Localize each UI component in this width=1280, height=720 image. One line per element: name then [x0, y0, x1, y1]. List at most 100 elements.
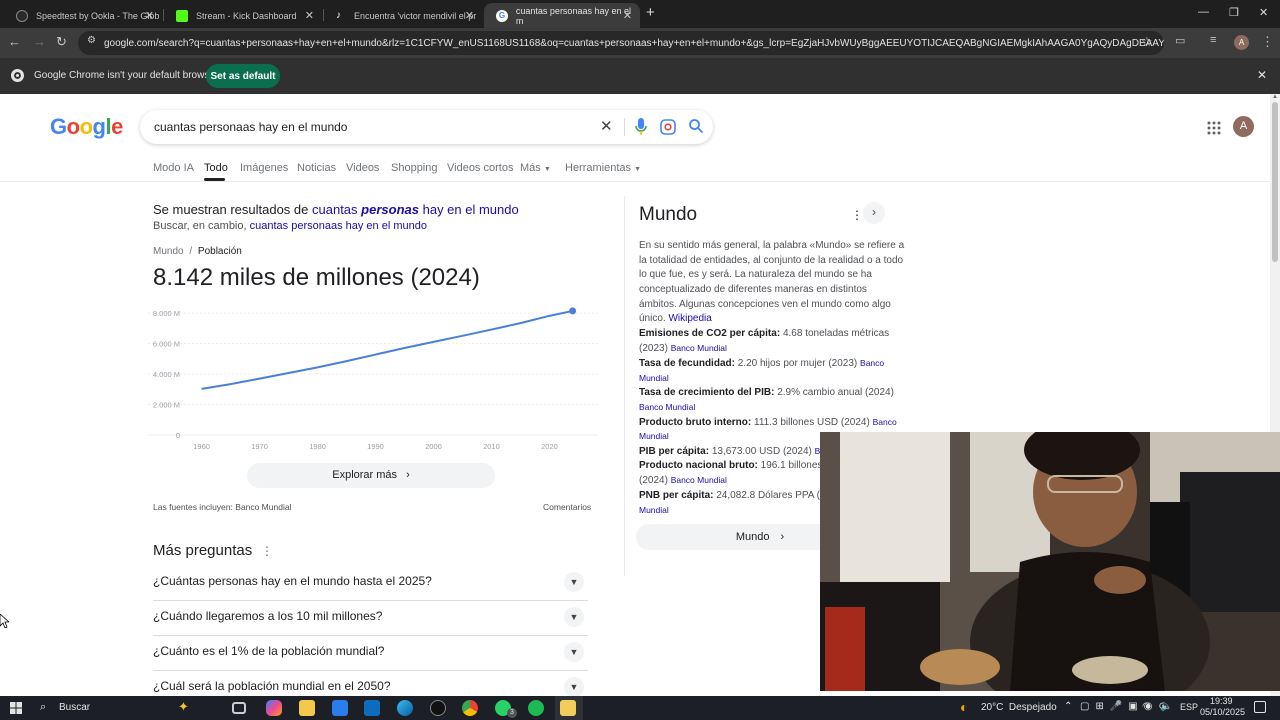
new-tab-button[interactable]: + — [646, 4, 655, 21]
language-indicator[interactable]: ESP — [1180, 702, 1198, 712]
search-box[interactable]: cuantas personaas hay en el mundo ✕ — [140, 110, 713, 144]
chevron-down-icon[interactable]: ▼ — [564, 572, 584, 592]
chevron-right-icon: › — [406, 469, 410, 481]
close-tab-icon[interactable]: ✕ — [623, 9, 632, 22]
weather-text[interactable]: 20°C Despejado — [981, 702, 1057, 713]
copilot-icon[interactable] — [266, 700, 282, 716]
browser-tab-active[interactable]: G cuantas personaas hay en el m ✕ — [484, 3, 640, 28]
tab-title: Encuentra 'victor mendivil el pr — [354, 10, 477, 21]
google-logo[interactable]: Google — [50, 114, 123, 140]
panel-menu-icon[interactable]: ⋮ — [851, 208, 863, 222]
forward-icon[interactable]: → — [33, 34, 46, 49]
search-instead-link[interactable]: cuantas personaas hay en el mundo — [250, 220, 427, 232]
browser-tab[interactable]: Stream - Kick Dashboard ✕ — [164, 3, 322, 28]
clear-search-icon[interactable]: ✕ — [600, 117, 613, 135]
population-chart[interactable]: 0 2.000 M 4.000 M 6.000 M 8.000 M 1960 1970 198… — [140, 299, 600, 454]
taskbar-search-box[interactable]: ⌕ Buscar ✦ — [32, 698, 218, 718]
population-series-line[interactable] — [201, 309, 573, 390]
cast-icon[interactable]: ▭ — [1175, 34, 1185, 47]
browser-tab[interactable]: ♪ Encuentra 'victor mendivil el pr ✕ — [324, 3, 482, 28]
logo-letter: o — [66, 114, 80, 139]
clock-time[interactable]: 19:39 — [1210, 696, 1233, 706]
explore-more-button[interactable]: Explorar más › — [247, 463, 495, 488]
search-input[interactable]: cuantas personaas hay en el mundo — [154, 120, 347, 134]
tab-videos[interactable]: Videos — [346, 162, 379, 174]
wifi-icon[interactable]: ◠ — [1142, 701, 1151, 712]
chevron-down-icon[interactable]: ▼ — [564, 677, 584, 696]
breadcrumb-mundo[interactable]: Mundo — [153, 246, 184, 257]
notification-icon[interactable] — [1254, 701, 1266, 713]
outlook-icon[interactable] — [364, 700, 380, 716]
minimize-icon[interactable]: — — [1198, 6, 1209, 18]
source-link[interactable]: Banco Mundial — [639, 402, 695, 412]
tab-herramientas[interactable]: Herramientas ▼ — [565, 162, 641, 174]
edge-icon[interactable] — [397, 700, 413, 716]
close-window-icon[interactable]: ✕ — [1259, 6, 1268, 19]
profile-avatar[interactable]: A — [1234, 35, 1249, 50]
reload-icon[interactable]: ↻ — [56, 34, 67, 50]
question-item[interactable]: ¿Cuánto es el 1% de la población mundial… — [153, 636, 588, 671]
kp-description-line: conceptualizado de diferentes maneras en… — [639, 284, 867, 295]
tab-shopping[interactable]: Shopping — [391, 162, 438, 174]
tab-modo-ia[interactable]: Modo IA — [153, 162, 194, 174]
close-tab-icon[interactable]: ✕ — [145, 9, 154, 22]
clock-date[interactable]: 05/10/2025 — [1200, 707, 1245, 717]
source-link[interactable]: Banco Mundial — [671, 343, 727, 353]
chevron-down-icon[interactable]: ▼ — [564, 642, 584, 662]
tray-icons[interactable]: ▢⊞🎤▣◉⊙ — [1080, 701, 1173, 712]
apps-grid-icon[interactable] — [1207, 121, 1221, 135]
tab-mas[interactable]: Más ▼ — [520, 162, 551, 174]
source-link[interactable]: Banco — [860, 358, 884, 368]
lens-search-icon[interactable] — [660, 119, 676, 135]
search-submit-icon[interactable] — [688, 118, 704, 134]
spotify-icon[interactable] — [528, 700, 544, 716]
close-tab-icon[interactable]: ✕ — [465, 9, 474, 22]
task-view-icon[interactable] — [232, 702, 246, 714]
windows-start-icon[interactable] — [10, 702, 22, 714]
source-link[interactable]: Banco Mundial — [671, 475, 727, 485]
question-item[interactable]: ¿Cuándo llegaremos a los 10 mil millones… — [153, 601, 588, 636]
source-link[interactable]: Mundial — [639, 373, 669, 383]
voice-search-icon[interactable] — [634, 117, 648, 137]
source-link[interactable]: Mundial — [639, 431, 669, 441]
close-tab-icon[interactable]: ✕ — [305, 9, 314, 22]
scroll-up-icon[interactable]: ▲ — [1272, 94, 1278, 100]
tab-videos-cortos[interactable]: Videos cortos — [447, 162, 513, 174]
panel-next-icon[interactable]: › — [863, 202, 885, 224]
source-link[interactable]: Banco — [873, 417, 897, 427]
scrollbar-thumb[interactable] — [1272, 102, 1278, 262]
tab-imagenes[interactable]: Imágenes — [240, 162, 288, 174]
chevron-right-icon: › — [780, 531, 785, 543]
browser-tab[interactable]: Speedtest by Ookla - The Glob ✕ — [4, 3, 162, 28]
store-icon[interactable] — [332, 700, 348, 716]
source-link[interactable]: Mundial — [639, 505, 669, 515]
feedback-link[interactable]: Comentarios — [543, 502, 591, 512]
file-explorer-icon[interactable] — [299, 700, 315, 716]
question-item[interactable]: ¿Cuántas personas hay en el mundo hasta … — [153, 566, 588, 601]
tab-noticias[interactable]: Noticias — [297, 162, 336, 174]
chevron-up-icon[interactable]: ⌃ — [1064, 701, 1072, 712]
media-icon[interactable]: ≡ — [1210, 34, 1216, 46]
app-icon[interactable] — [430, 700, 446, 716]
wikipedia-link[interactable]: Wikipedia — [668, 313, 711, 324]
question-item[interactable]: ¿Cuál será la población mundial en el 20… — [153, 671, 588, 696]
chevron-down-icon[interactable]: ▼ — [564, 607, 584, 627]
address-bar[interactable]: ⚙ google.com/search?q=cuantas+personaas+… — [78, 31, 1164, 55]
corrected-query-link[interactable]: cuantas personas hay en el mundo — [312, 202, 519, 217]
site-info-icon[interactable]: ⚙ — [87, 35, 96, 46]
close-infobar-icon[interactable]: ✕ — [1257, 68, 1267, 82]
back-icon[interactable]: ← — [8, 34, 21, 49]
more-options-icon[interactable]: ⋮ — [261, 544, 273, 558]
account-avatar[interactable]: A — [1233, 116, 1254, 137]
tab-todo[interactable]: Todo — [204, 162, 228, 174]
question-text: ¿Cuánto es el 1% de la población mundial… — [153, 644, 385, 658]
bookmark-star-icon[interactable]: ☆ — [1141, 34, 1153, 50]
chrome-taskbar-icon[interactable] — [462, 700, 478, 716]
correction-prefix: Se muestran resultados de — [153, 202, 309, 217]
maximize-icon[interactable]: ❐ — [1229, 6, 1239, 19]
menu-kebab-icon[interactable]: ⋮ — [1261, 34, 1274, 50]
set-default-button[interactable]: Set as default — [206, 64, 280, 88]
volume-icon[interactable]: 🔈 — [1160, 701, 1172, 712]
latest-data-point[interactable] — [569, 307, 577, 315]
fact-label: Producto bruto interno: — [639, 417, 752, 428]
